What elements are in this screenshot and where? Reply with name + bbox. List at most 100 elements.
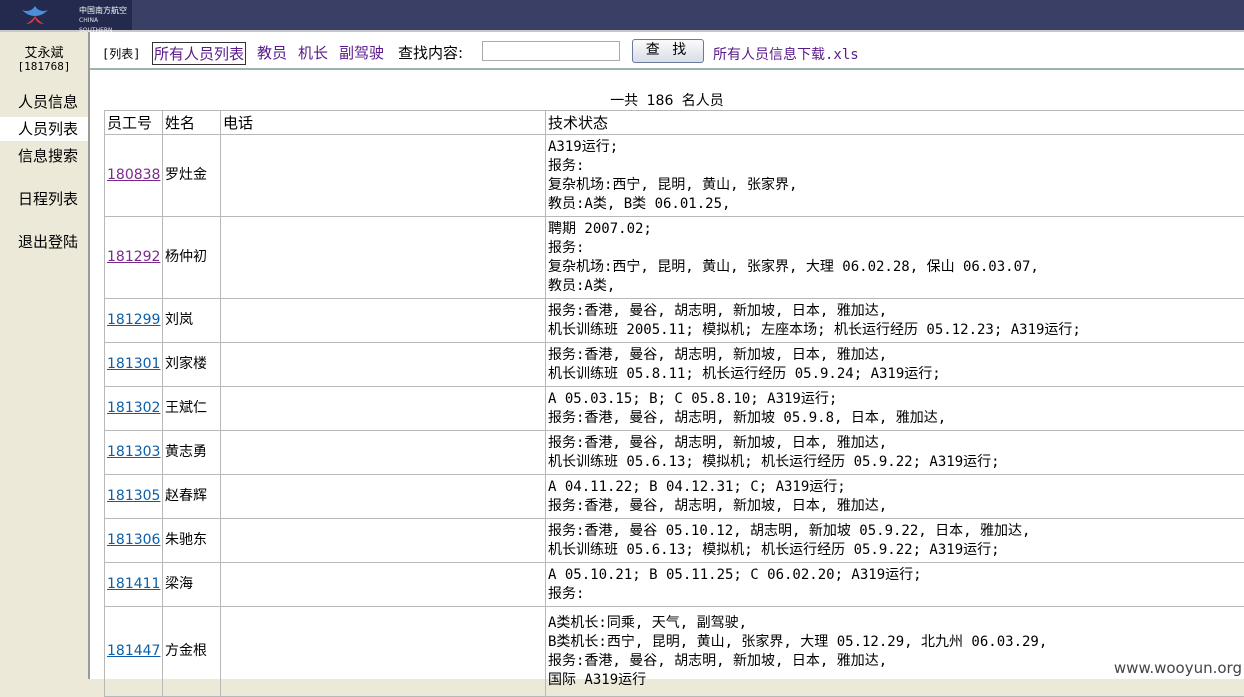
top-bar: 中国南方航空 CHINA SOUTHERN <box>0 0 1244 32</box>
tech-status-line: 报务:香港, 曼谷, 胡志明, 新加坡, 日本, 雅加达, <box>548 434 1242 453</box>
table-row: 181292杨仲初 聘期 2007.02;报务:复杂机场:西宁, 昆明, 黄山, … <box>105 217 1244 299</box>
tech-status-line: 教员:A类, B类 06.01.25, <box>548 195 1242 214</box>
phone-cell <box>221 217 546 299</box>
tech-status-cell: A 04.11.22; B 04.12.31; C; A319运行;报务:香港,… <box>546 475 1244 519</box>
tech-status-line: A类机长:同乘, 天气, 副驾驶, <box>548 614 1242 633</box>
employee-id-cell: 181306 <box>105 519 163 563</box>
tech-status-line: 机长训练班 2005.11; 模拟机; 左座本场; 机长运行经历 05.12.2… <box>548 321 1242 340</box>
tech-status-cell: A类机长:同乘, 天气, 副驾驶,B类机长:西宁, 昆明, 黄山, 张家界, 大… <box>546 607 1244 697</box>
tech-status-line: A 04.11.22; B 04.12.31; C; A319运行; <box>548 478 1242 497</box>
employee-id-cell: 181303 <box>105 431 163 475</box>
employee-id-cell: 181301 <box>105 343 163 387</box>
tech-status-cell: A319运行;报务:复杂机场:西宁, 昆明, 黄山, 张家界,教员:A类, B类… <box>546 135 1244 217</box>
header-tech-status: 技术状态 <box>546 111 1244 135</box>
employee-id-link[interactable]: 181299 <box>107 312 160 328</box>
employee-name: 朱驰东 <box>163 519 221 563</box>
table-row: 181447方金根 A类机长:同乘, 天气, 副驾驶,B类机长:西宁, 昆明, 黄… <box>105 607 1244 697</box>
employee-id-cell: 181302 <box>105 387 163 431</box>
tech-status-line: 报务:香港, 曼谷, 胡志明, 新加坡 05.9.8, 日本, 雅加达, <box>548 409 1242 428</box>
employee-name: 赵春辉 <box>163 475 221 519</box>
tech-status-line: A319运行; <box>548 138 1242 157</box>
tech-status-line: A 05.03.15; B; C 05.8.10; A319运行; <box>548 390 1242 409</box>
phone-cell <box>221 135 546 217</box>
header-employee-id: 员工号 <box>105 111 163 135</box>
all-personnel-link[interactable]: 所有人员列表 <box>152 42 246 65</box>
phone-cell <box>221 607 546 697</box>
nav-personnel-info[interactable]: 人员信息 <box>0 90 88 114</box>
table-row: 181299刘岚 报务:香港, 曼谷, 胡志明, 新加坡, 日本, 雅加达,机长训… <box>105 299 1244 343</box>
employee-id-cell: 181292 <box>105 217 163 299</box>
user-name: 艾永斌 <box>0 42 88 61</box>
search-label: 查找内容: <box>398 42 463 63</box>
employee-id-link[interactable]: 181305 <box>107 488 160 504</box>
employee-id-link[interactable]: 181301 <box>107 356 160 372</box>
employee-name: 黄志勇 <box>163 431 221 475</box>
table-row: 181306朱驰东 报务:香港, 曼谷 05.10.12, 胡志明, 新加坡 05… <box>105 519 1244 563</box>
count-suffix: 名人员 <box>682 93 724 109</box>
tech-status-cell: 聘期 2007.02;报务:复杂机场:西宁, 昆明, 黄山, 张家界, 大理 0… <box>546 217 1244 299</box>
first-officer-link[interactable]: 副驾驶 <box>339 42 384 63</box>
count-prefix: 一共 <box>610 93 638 109</box>
airline-logo: 中国南方航空 CHINA SOUTHERN <box>0 0 132 30</box>
table-body: 180838罗灶金A319运行;报务:复杂机场:西宁, 昆明, 黄山, 张家界,… <box>105 135 1244 697</box>
sidebar: 艾永斌 [181768] 人员信息 人员列表 信息搜索 日程列表 退出登陆 <box>0 32 88 679</box>
logo-cn: 中国南方航空 <box>79 6 127 15</box>
employee-id-link[interactable]: 181302 <box>107 400 160 416</box>
list-tag: [列表] <box>102 45 140 62</box>
employee-id-cell: 180838 <box>105 135 163 217</box>
instructor-link[interactable]: 教员 <box>257 42 287 63</box>
table-row: 181305赵春辉 A 04.11.22; B 04.12.31; C; A319… <box>105 475 1244 519</box>
kapok-flower-icon <box>20 4 50 26</box>
employee-id-cell: 181447 <box>105 607 163 697</box>
header-name: 姓名 <box>163 111 221 135</box>
employee-id-link[interactable]: 181411 <box>107 576 160 592</box>
employee-name: 杨仲初 <box>163 217 221 299</box>
employee-id-link[interactable]: 181303 <box>107 444 160 460</box>
employee-name: 梁海 <box>163 563 221 607</box>
toolbar: [列表] 所有人员列表 教员 机长 副驾驶 查找内容: 查 找 所有人员信息下载… <box>90 32 1244 70</box>
nav-info-search[interactable]: 信息搜索 <box>0 144 88 168</box>
personnel-table: 员工号 姓名 电话 技术状态 180838罗灶金A319运行;报务:复杂机场:西… <box>104 110 1244 697</box>
table-row: 181303黄志勇报务:香港, 曼谷, 胡志明, 新加坡, 日本, 雅加达,机长… <box>105 431 1244 475</box>
total-count: 一共 186 名人员 <box>90 90 1244 110</box>
tech-status-line: 机长训练班 05.8.11; 机长运行经历 05.9.24; A319运行; <box>548 365 1242 384</box>
count-value: 186 <box>647 93 674 109</box>
tech-status-line: 教员:A类, <box>548 277 1242 296</box>
search-button[interactable]: 查 找 <box>632 39 704 63</box>
captain-link[interactable]: 机长 <box>298 42 328 63</box>
nav-personnel-list[interactable]: 人员列表 <box>0 117 88 141</box>
employee-name: 王斌仁 <box>163 387 221 431</box>
download-xls-link[interactable]: 所有人员信息下载.xls <box>713 44 859 64</box>
phone-cell <box>221 343 546 387</box>
phone-cell <box>221 431 546 475</box>
employee-id-link[interactable]: 180838 <box>107 167 160 183</box>
tech-status-line: 复杂机场:西宁, 昆明, 黄山, 张家界, 大理 06.02.28, 保山 06… <box>548 258 1242 277</box>
phone-cell <box>221 475 546 519</box>
employee-id-link[interactable]: 181306 <box>107 532 160 548</box>
watermark: www.wooyun.org <box>1114 659 1242 677</box>
phone-cell <box>221 563 546 607</box>
table-row: 181301刘家楼报务:香港, 曼谷, 胡志明, 新加坡, 日本, 雅加达,机长… <box>105 343 1244 387</box>
employee-id-link[interactable]: 181447 <box>107 643 160 659</box>
tech-status-line: 报务:香港, 曼谷, 胡志明, 新加坡, 日本, 雅加达, <box>548 302 1242 321</box>
phone-cell <box>221 299 546 343</box>
table-row: 180838罗灶金A319运行;报务:复杂机场:西宁, 昆明, 黄山, 张家界,… <box>105 135 1244 217</box>
nav-logout[interactable]: 退出登陆 <box>0 230 88 254</box>
table-row: 181302王斌仁 A 05.03.15; B; C 05.8.10; A319运… <box>105 387 1244 431</box>
employee-id-link[interactable]: 181292 <box>107 249 160 265</box>
tech-status-cell: A 05.03.15; B; C 05.8.10; A319运行;报务:香港, … <box>546 387 1244 431</box>
nav-schedule-list[interactable]: 日程列表 <box>0 187 88 211</box>
tech-status-line: A 05.10.21; B 05.11.25; C 06.02.20; A319… <box>548 566 1242 585</box>
employee-name: 刘岚 <box>163 299 221 343</box>
tech-status-line: 报务:香港, 曼谷, 胡志明, 新加坡, 日本, 雅加达, <box>548 497 1242 516</box>
tech-status-cell: 报务:香港, 曼谷, 胡志明, 新加坡, 日本, 雅加达,机长训练班 05.8.… <box>546 343 1244 387</box>
employee-id-cell: 181411 <box>105 563 163 607</box>
user-id: [181768] <box>0 60 88 73</box>
tech-status-line: 报务:香港, 曼谷 05.10.12, 胡志明, 新加坡 05.9.22, 日本… <box>548 522 1242 541</box>
search-input[interactable] <box>482 41 620 61</box>
employee-name: 方金根 <box>163 607 221 697</box>
table-row: 181411梁海 A 05.10.21; B 05.11.25; C 06.02.… <box>105 563 1244 607</box>
tech-status-cell: 报务:香港, 曼谷, 胡志明, 新加坡, 日本, 雅加达,机长训练班 2005.… <box>546 299 1244 343</box>
tech-status-cell: 报务:香港, 曼谷 05.10.12, 胡志明, 新加坡 05.9.22, 日本… <box>546 519 1244 563</box>
table-header-row: 员工号 姓名 电话 技术状态 <box>105 111 1244 135</box>
